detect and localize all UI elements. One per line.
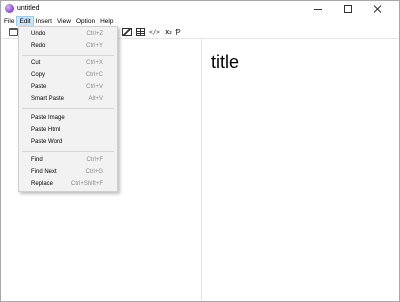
menu-view[interactable]: View <box>55 17 73 26</box>
table-icon[interactable] <box>135 27 146 37</box>
app-window: untitled File Edit Insert View Option He… <box>0 0 400 302</box>
menu-item-find[interactable]: Find Ctrl+F <box>19 155 117 166</box>
menu-item-cut[interactable]: Cut Ctrl+X <box>19 58 117 69</box>
menu-item-smart-paste[interactable]: Smart Paste Alt+V <box>19 94 117 105</box>
menu-bar: File Edit Insert View Option Help <box>1 16 399 27</box>
title-bar: untitled <box>1 1 399 17</box>
maximize-icon <box>344 5 352 13</box>
menu-item-redo[interactable]: Redo Ctrl+Y <box>19 41 117 52</box>
menu-edit[interactable]: Edit <box>16 16 34 27</box>
menu-help[interactable]: Help <box>98 17 115 26</box>
pilcrow-icon[interactable]: Ᵽ <box>173 27 183 37</box>
window-title: untitled <box>17 5 40 12</box>
menu-insert[interactable]: Insert <box>34 17 54 26</box>
menu-option[interactable]: Option <box>74 17 97 26</box>
preview-heading: title <box>211 52 240 72</box>
menu-item-paste-word[interactable]: Paste Word <box>19 137 117 148</box>
menu-item-copy[interactable]: Copy Ctrl+C <box>19 70 117 81</box>
image-icon[interactable] <box>121 27 132 37</box>
menu-item-paste-image[interactable]: Paste Image <box>19 113 117 124</box>
minimize-button[interactable] <box>303 1 333 17</box>
minimize-icon <box>314 8 322 10</box>
menu-separator <box>22 151 114 152</box>
menu-item-replace[interactable]: Replace Ctrl+Shift+F <box>19 179 117 190</box>
code-icon[interactable]: </> <box>149 27 160 37</box>
close-icon <box>374 5 382 13</box>
folder-open-icon[interactable] <box>8 27 18 37</box>
menu-item-undo[interactable]: Undo Ctrl+Z <box>19 29 117 40</box>
maximize-button[interactable] <box>333 1 363 17</box>
menu-file[interactable]: File <box>2 17 16 26</box>
menu-item-find-next[interactable]: Find Next Ctrl+G <box>19 167 117 178</box>
close-button[interactable] <box>363 1 393 17</box>
menu-separator <box>22 55 114 56</box>
menu-item-paste-html[interactable]: Paste Html <box>19 125 117 136</box>
menu-separator <box>22 108 114 109</box>
edit-menu-dropdown: Undo Ctrl+Z Redo Ctrl+Y Cut Ctrl+X Copy … <box>18 26 118 192</box>
menu-item-paste[interactable]: Paste Ctrl+V <box>19 82 117 93</box>
app-logo-icon <box>5 4 14 13</box>
pane-splitter[interactable] <box>201 38 202 301</box>
